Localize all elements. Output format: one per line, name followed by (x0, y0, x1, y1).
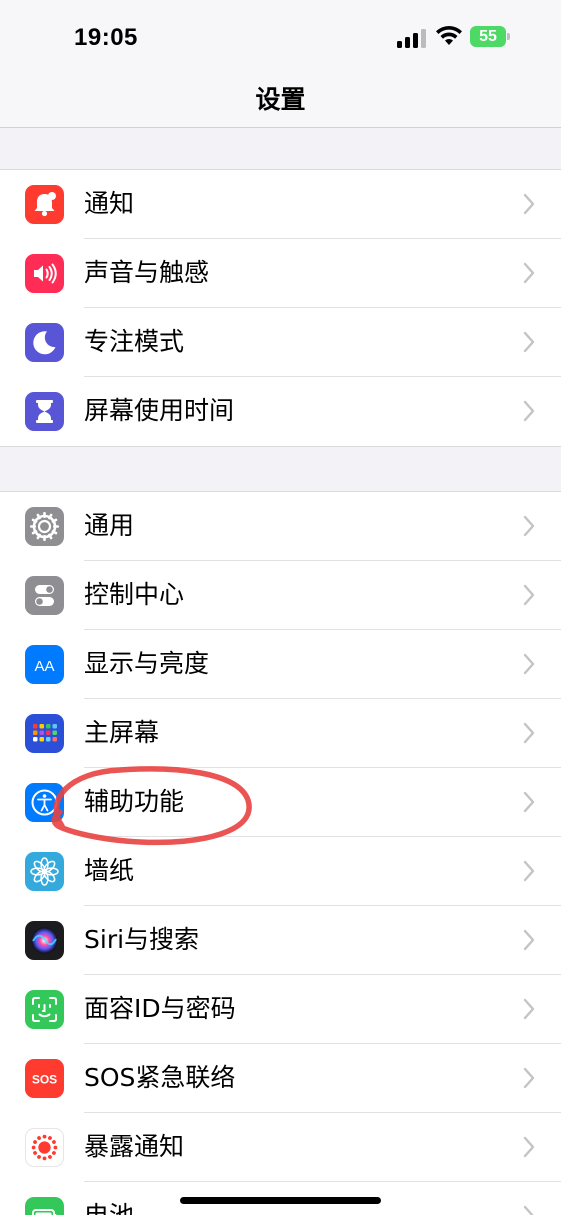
chevron-right-icon (522, 1066, 536, 1090)
chevron-right-icon (522, 192, 536, 216)
text-size-icon: AA (25, 645, 64, 684)
status-time: 19:05 (74, 24, 138, 51)
accessibility-icon (25, 783, 64, 822)
battery-icon (25, 1197, 64, 1215)
settings-row-label: 通知 (84, 189, 135, 218)
settings-row-label: 墙纸 (84, 856, 135, 885)
chevron-right-icon (522, 859, 536, 883)
toggles-icon (25, 576, 64, 615)
moon-icon (25, 323, 64, 362)
exposure-icon (25, 1128, 64, 1167)
home-grid-icon (25, 714, 64, 753)
wifi-icon (436, 25, 462, 45)
cellular-signal-icon (397, 28, 427, 48)
page-title: 设置 (255, 85, 306, 114)
settings-row-flower[interactable]: 墙纸 (0, 837, 561, 906)
chevron-right-icon (522, 514, 536, 538)
chevron-right-icon (522, 928, 536, 952)
settings-row-label: 通用 (84, 511, 135, 540)
settings-row-label: 屏幕使用时间 (84, 396, 235, 425)
settings-row-label: SOS紧急联络 (84, 1063, 236, 1092)
settings-row-bell[interactable]: 通知 (0, 170, 561, 239)
svg-text:SOS: SOS (32, 1073, 57, 1087)
settings-row-gear[interactable]: 通用 (0, 492, 561, 561)
battery-indicator: 55 (470, 26, 506, 47)
settings-row-face-id[interactable]: 面容ID与密码 (0, 975, 561, 1044)
settings-row-label: 声音与触感 (84, 258, 210, 287)
settings-row-text-size[interactable]: AA 显示与亮度 (0, 630, 561, 699)
chevron-right-icon (522, 997, 536, 1021)
settings-row-exposure[interactable]: 暴露通知 (0, 1113, 561, 1182)
settings-row-label: Siri与搜索 (84, 925, 200, 954)
chevron-right-icon (522, 652, 536, 676)
chevron-right-icon (522, 330, 536, 354)
battery-level: 55 (479, 27, 497, 45)
bell-icon (25, 185, 64, 224)
chevron-right-icon (522, 721, 536, 745)
chevron-right-icon (522, 1204, 536, 1215)
chevron-right-icon (522, 583, 536, 607)
speaker-icon (25, 254, 64, 293)
settings-row-label: 控制中心 (84, 580, 185, 609)
settings-row-moon[interactable]: 专注模式 (0, 308, 561, 377)
settings-row-accessibility[interactable]: 辅助功能 (0, 768, 561, 837)
settings-row-home-grid[interactable]: 主屏幕 (0, 699, 561, 768)
settings-row-label: 电池 (84, 1200, 134, 1215)
siri-icon (25, 921, 64, 960)
chevron-right-icon (522, 790, 536, 814)
hourglass-icon (25, 392, 64, 431)
face-id-icon (25, 990, 64, 1029)
gear-icon (25, 507, 64, 546)
chevron-right-icon (522, 399, 536, 423)
settings-group-notifications: 通知声音与触感专注模式屏幕使用时间 (0, 169, 561, 447)
settings-row-sos[interactable]: SOS SOS紧急联络 (0, 1044, 561, 1113)
home-indicator[interactable] (180, 1197, 381, 1204)
settings-row-speaker[interactable]: 声音与触感 (0, 239, 561, 308)
settings-row-label: 主屏幕 (84, 718, 160, 747)
battery-tip (507, 33, 510, 40)
flower-icon (25, 852, 64, 891)
settings-row-label: 专注模式 (84, 327, 185, 356)
settings-row-label: 显示与亮度 (84, 649, 210, 678)
chevron-right-icon (522, 1135, 536, 1159)
svg-text:AA: AA (34, 658, 54, 675)
settings-row-toggles[interactable]: 控制中心 (0, 561, 561, 630)
settings-row-hourglass[interactable]: 屏幕使用时间 (0, 377, 561, 446)
settings-row-label: 面容ID与密码 (84, 994, 236, 1023)
navigation-bar: 设置 (0, 70, 561, 128)
settings-row-label: 辅助功能 (84, 787, 185, 816)
settings-row-siri[interactable]: Siri与搜索 (0, 906, 561, 975)
settings-group-general: 通用 控制中心 AA 显示与亮度 主屏幕 辅助功能 墙纸 Siri与搜索 面容ID与密码 SOS S… (0, 491, 561, 1215)
status-bar: 19:05 55 (0, 0, 561, 70)
chevron-right-icon (522, 261, 536, 285)
settings-row-label: 暴露通知 (84, 1132, 185, 1161)
sos-icon: SOS (25, 1059, 64, 1098)
